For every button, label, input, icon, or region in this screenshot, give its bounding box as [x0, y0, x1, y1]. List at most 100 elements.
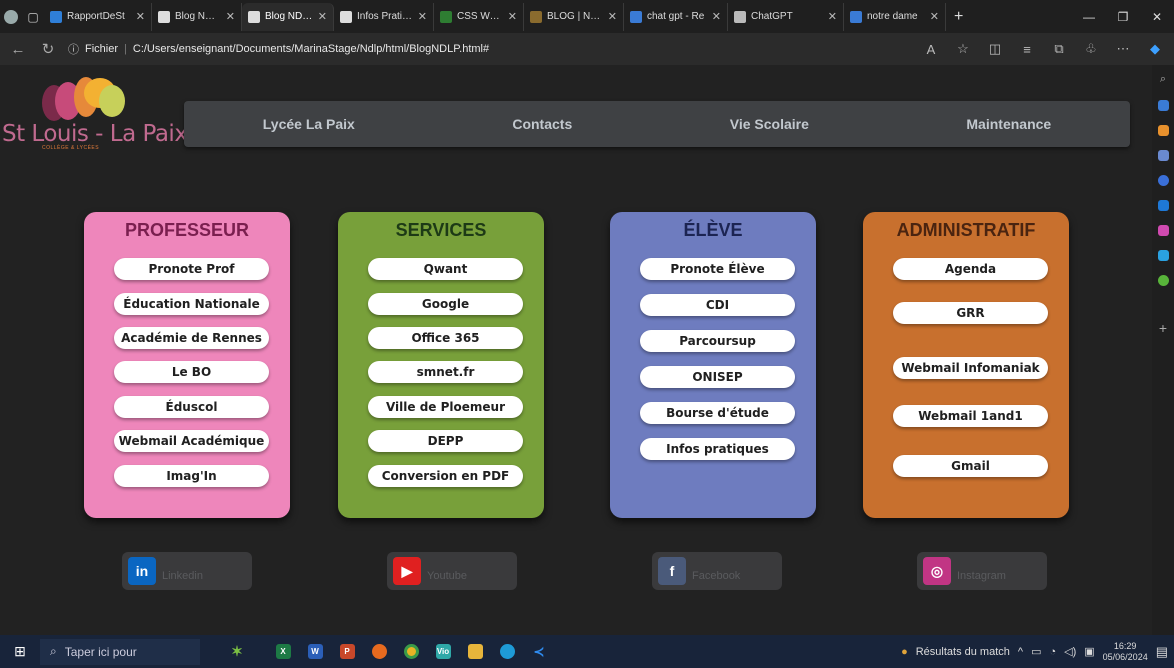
- link-button[interactable]: Pronote Prof: [114, 258, 269, 280]
- link-button[interactable]: Office 365: [368, 327, 523, 349]
- school-logo[interactable]: St Louis - La Paix COLLÈGE & LYCÉES: [2, 71, 188, 153]
- news-icon[interactable]: ●: [901, 646, 908, 658]
- tab-close-icon[interactable]: ✕: [930, 10, 939, 23]
- profile-avatar[interactable]: [0, 6, 22, 28]
- nav-link[interactable]: Lycée La Paix: [263, 116, 355, 132]
- windows-start-icon[interactable]: ⊞: [6, 643, 34, 660]
- new-tab-button[interactable]: +: [946, 8, 971, 26]
- minimize-icon[interactable]: —: [1072, 10, 1106, 24]
- news-text[interactable]: Résultats du match: [916, 646, 1010, 658]
- designer-icon[interactable]: [1157, 225, 1169, 236]
- battery-icon[interactable]: ▭: [1031, 645, 1041, 658]
- link-button[interactable]: Webmail Infomaniak: [893, 357, 1048, 379]
- refresh-icon[interactable]: ↻: [38, 40, 58, 58]
- tray-chevron-icon[interactable]: ^: [1018, 646, 1023, 658]
- browser-tab[interactable]: Blog NDLP ✕: [242, 2, 334, 31]
- url-field[interactable]: ⓘ Fichier | C:/Users/enseignant/Document…: [68, 37, 910, 61]
- file-explorer-icon[interactable]: [462, 639, 488, 665]
- restore-icon[interactable]: ❐: [1106, 10, 1140, 24]
- add-sidebar-icon[interactable]: +: [1159, 320, 1167, 336]
- nav-link[interactable]: Contacts: [512, 116, 572, 132]
- tab-close-icon[interactable]: ✕: [418, 10, 427, 23]
- favorites-icon[interactable]: ≡: [1016, 42, 1038, 57]
- youtube-button[interactable]: ▶ Youtube: [387, 552, 517, 590]
- extensions-icon[interactable]: ♧: [1080, 41, 1102, 57]
- vio-icon[interactable]: Vio: [430, 639, 456, 665]
- tab-close-icon[interactable]: ✕: [608, 10, 617, 23]
- sidebar-app-icon[interactable]: [1157, 100, 1169, 111]
- tab-close-icon[interactable]: ✕: [508, 10, 517, 23]
- link-button[interactable]: Agenda: [893, 258, 1048, 280]
- info-icon[interactable]: ⓘ: [68, 41, 79, 57]
- split-screen-icon[interactable]: ◫: [984, 41, 1006, 57]
- tab-close-icon[interactable]: ✕: [712, 10, 721, 23]
- link-button[interactable]: Bourse d'étude: [640, 402, 795, 424]
- language-icon[interactable]: ▣: [1084, 645, 1094, 658]
- back-icon[interactable]: ←: [8, 41, 28, 58]
- close-window-icon[interactable]: ✕: [1140, 10, 1174, 24]
- link-button[interactable]: Webmail 1and1: [893, 405, 1048, 427]
- firefox-icon[interactable]: [366, 639, 392, 665]
- tab-close-icon[interactable]: ✕: [828, 10, 837, 23]
- link-button[interactable]: Parcoursup: [640, 330, 795, 352]
- search-icon[interactable]: ⌕: [1160, 73, 1166, 86]
- browser-tab[interactable]: ChatGPT ✕: [728, 2, 844, 31]
- outlook-icon[interactable]: [1157, 200, 1169, 211]
- link-button[interactable]: Pronote Élève: [640, 258, 795, 280]
- linkedin-button[interactable]: in Linkedin: [122, 552, 252, 590]
- tree-icon[interactable]: [1157, 275, 1169, 286]
- link-button[interactable]: Conversion en PDF: [368, 465, 523, 487]
- collections-icon[interactable]: ⧉: [1048, 41, 1070, 57]
- tab-close-icon[interactable]: ✕: [226, 10, 235, 23]
- browser-tab[interactable]: Infos Pratique ✕: [334, 2, 434, 31]
- facebook-button[interactable]: f Facebook: [652, 552, 782, 590]
- people-icon[interactable]: [1157, 150, 1169, 161]
- link-button[interactable]: ONISEP: [640, 366, 795, 388]
- link-button[interactable]: Infos pratiques: [640, 438, 795, 460]
- browser-tab[interactable]: RapportDeSt ✕: [44, 2, 152, 31]
- link-button[interactable]: DEPP: [368, 430, 523, 452]
- link-button[interactable]: Éducation Nationale: [114, 293, 269, 315]
- link-button[interactable]: Imag'In: [114, 465, 269, 487]
- link-button[interactable]: CDI: [640, 294, 795, 316]
- browser-tab[interactable]: chat gpt - Re ✕: [624, 2, 728, 31]
- link-button[interactable]: Qwant: [368, 258, 523, 280]
- browser-tab[interactable]: CSS Website ✕: [434, 2, 524, 31]
- read-aloud-icon[interactable]: A: [920, 42, 942, 57]
- link-button[interactable]: Webmail Académique: [114, 430, 269, 452]
- link-button[interactable]: smnet.fr: [368, 361, 523, 383]
- link-button[interactable]: Éduscol: [114, 396, 269, 418]
- chrome-icon[interactable]: [398, 639, 424, 665]
- favorite-star-icon[interactable]: ☆: [952, 41, 974, 57]
- excel-icon[interactable]: X: [270, 639, 296, 665]
- browser-tab[interactable]: BLOG | NDLP ✕: [524, 2, 624, 31]
- powerpoint-icon[interactable]: P: [334, 639, 360, 665]
- vscode-icon[interactable]: ≺: [526, 639, 552, 665]
- tab-actions-icon[interactable]: ▢: [22, 6, 44, 28]
- tab-close-icon[interactable]: ✕: [136, 10, 145, 23]
- link-button[interactable]: Ville de Ploemeur: [368, 396, 523, 418]
- browser-tab[interactable]: notre dame ✕: [844, 2, 946, 31]
- nav-link[interactable]: Maintenance: [966, 116, 1051, 132]
- taskbar-search[interactable]: ⌕ Taper ici pour: [40, 638, 200, 665]
- clock[interactable]: 16:29 05/06/2024: [1103, 641, 1148, 663]
- plant-icon[interactable]: ✶: [224, 639, 250, 665]
- word-icon[interactable]: W: [302, 639, 328, 665]
- instagram-button[interactable]: ◎ Instagram: [917, 552, 1047, 590]
- link-button[interactable]: Le BO: [114, 361, 269, 383]
- volume-icon[interactable]: ◁): [1064, 645, 1076, 658]
- link-button[interactable]: Académie de Rennes: [114, 327, 269, 349]
- telegram-icon[interactable]: [1157, 250, 1169, 261]
- browser-tab[interactable]: Blog NDLP ✕: [152, 2, 242, 31]
- more-icon[interactable]: ⋯: [1112, 41, 1134, 57]
- notifications-icon[interactable]: ▤: [1156, 644, 1168, 660]
- games-icon[interactable]: [1157, 175, 1169, 186]
- link-button[interactable]: Google: [368, 293, 523, 315]
- tab-close-icon[interactable]: ✕: [318, 10, 327, 23]
- network-icon[interactable]: ◔: [1049, 646, 1056, 658]
- nav-link[interactable]: Vie Scolaire: [730, 116, 809, 132]
- link-button[interactable]: Gmail: [893, 455, 1048, 477]
- edge-icon[interactable]: [494, 639, 520, 665]
- copilot-icon[interactable]: ◆: [1144, 41, 1166, 57]
- link-button[interactable]: GRR: [893, 302, 1048, 324]
